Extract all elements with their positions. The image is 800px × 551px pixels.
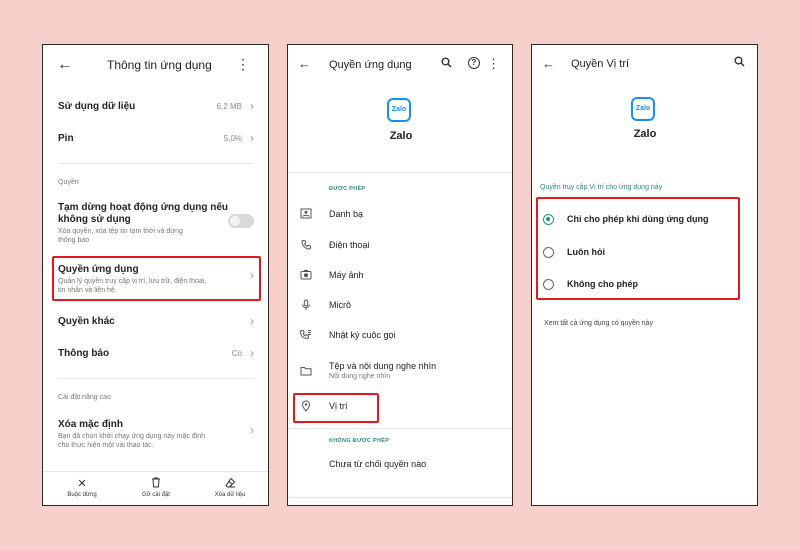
page-title: Quyền ứng dụng xyxy=(329,59,412,71)
notifications-value: Có xyxy=(231,349,242,358)
battery-label: Pin xyxy=(58,133,74,144)
permission-item-files-media[interactable]: Tệp và nội dung nghe nhìn Nội dung nghe … xyxy=(288,360,512,384)
location-access-section-header: Quyền truy cập Vị trí cho ứng dụng này xyxy=(540,184,663,191)
notifications-row[interactable]: Thông báo Có › xyxy=(58,346,254,364)
pause-app-description-line2: thông báo xyxy=(58,237,90,244)
pause-app-label-line1: Tạm dừng hoạt động ứng dụng nếu xyxy=(58,202,229,213)
clear-default-label: Xóa mặc định xyxy=(58,419,124,430)
permission-item-microphone[interactable]: Micrô xyxy=(288,299,512,319)
microphone-icon xyxy=(299,299,313,314)
data-usage-label: Sử dụng dữ liệu xyxy=(58,101,136,112)
app-bar: ← Quyền ứng dụng ? ⋮ xyxy=(288,45,512,85)
pause-app-description: Xóa quyền, xóa tệp tin tạm thời và dừng … xyxy=(58,227,183,245)
other-permissions-label: Quyền khác xyxy=(58,316,115,327)
permission-item-phone[interactable]: Điện thoại xyxy=(288,239,512,259)
more-options-icon[interactable]: ⋮ xyxy=(236,56,250,73)
highlight-box xyxy=(536,197,740,300)
battery-row[interactable]: Pin 5,0% › xyxy=(58,131,254,149)
permission-item-camera[interactable]: Máy ảnh xyxy=(288,269,512,289)
denied-empty-item: Chưa từ chối quyền nào xyxy=(288,458,512,478)
divider xyxy=(288,497,512,498)
chevron-right-icon: › xyxy=(250,131,254,145)
pause-app-row[interactable]: Tạm dừng hoạt động ứng dụng nếu không sử… xyxy=(58,202,254,246)
search-icon[interactable] xyxy=(441,57,452,71)
phone-icon xyxy=(299,239,313,253)
trash-icon xyxy=(121,477,191,489)
battery-value: 5,0% xyxy=(223,134,242,143)
page-title: Quyền Vị trí xyxy=(571,58,630,70)
force-stop-button[interactable]: ✕ Buộc dừng xyxy=(47,477,117,498)
uninstall-button[interactable]: Gỡ cài đặt xyxy=(121,477,191,498)
zalo-logo-text: Zalo xyxy=(635,105,651,112)
chevron-right-icon: › xyxy=(250,346,254,360)
divider xyxy=(288,428,512,429)
back-arrow-icon[interactable]: ← xyxy=(298,56,311,71)
permission-label: Máy ảnh xyxy=(329,270,364,280)
folder-icon xyxy=(299,366,313,379)
chevron-right-icon: › xyxy=(250,314,254,328)
pause-app-label: Tạm dừng hoạt động ứng dụng nếu không sử… xyxy=(58,202,228,226)
app-info-screen: ← Thông tin ứng dụng ⋮ Sử dụng dữ liệu 6… xyxy=(42,44,269,506)
chevron-right-icon: › xyxy=(250,99,254,113)
app-bar: ← Thông tin ứng dụng ⋮ xyxy=(43,45,268,87)
permission-item-call-log[interactable]: Nhật ký cuộc gọi xyxy=(288,329,512,349)
app-bar: ← Quyền Vị trí xyxy=(532,45,757,83)
contacts-icon xyxy=(299,208,313,222)
clear-default-row[interactable]: Xóa mặc định Bạn đã chọn khởi chạy ứng d… xyxy=(58,419,254,451)
see-all-apps-link[interactable]: Xem tất cả ứng dụng có quyền này xyxy=(544,320,653,327)
advanced-section-header: Cài đặt nâng cao xyxy=(58,394,111,401)
other-permissions-row[interactable]: Quyền khác › xyxy=(58,314,254,332)
search-icon[interactable] xyxy=(734,56,745,70)
denied-empty-label: Chưa từ chối quyền nào xyxy=(329,459,427,469)
divider xyxy=(58,378,254,379)
clear-default-description: Bạn đã chọn khởi chạy ứng dụng này mặc đ… xyxy=(58,432,205,450)
clear-default-description-line2: cho thực hiện một vài thao tác. xyxy=(58,442,154,449)
close-icon: ✕ xyxy=(77,478,87,490)
permission-label: Tệp và nội dung nghe nhìn xyxy=(329,361,437,371)
page-title: Thông tin ứng dụng xyxy=(107,58,212,72)
divider xyxy=(288,172,512,173)
highlight-box xyxy=(52,256,261,301)
pause-app-label-line2: không sử dụng xyxy=(58,214,131,225)
pause-app-description-line1: Xóa quyền, xóa tệp tin tạm thời và dừng xyxy=(58,228,183,235)
clear-data-button[interactable]: Xóa dữ liệu xyxy=(195,477,265,498)
help-icon[interactable]: ? xyxy=(468,57,480,69)
bottom-action-bar: ✕ Buộc dừng Gỡ cài đặt Xóa dữ liệu xyxy=(43,471,268,505)
clear-default-description-line1: Bạn đã chọn khởi chạy ứng dụng này mặc đ… xyxy=(58,433,206,440)
back-arrow-icon[interactable]: ← xyxy=(542,56,555,71)
pause-app-toggle[interactable] xyxy=(228,214,254,228)
permission-label: Nhật ký cuộc gọi xyxy=(329,330,396,340)
call-log-icon xyxy=(299,329,313,343)
permissions-section-header: Quyền xyxy=(58,179,79,186)
permission-sublabel: Nội dung nghe nhìn xyxy=(329,373,391,380)
permission-label: Micrô xyxy=(329,300,351,310)
back-arrow-icon[interactable]: ← xyxy=(57,56,73,74)
zalo-logo-icon: Zalo xyxy=(387,98,411,122)
permission-label: Điện thoại xyxy=(329,240,370,250)
force-stop-label: Buộc dừng xyxy=(67,492,97,498)
eraser-icon xyxy=(195,477,265,489)
more-options-icon[interactable]: ⋮ xyxy=(487,56,500,72)
allowed-section-header: ĐƯỢC PHÉP xyxy=(329,186,366,192)
zalo-logo-icon: Zalo xyxy=(631,97,655,121)
permission-item-contacts[interactable]: Danh bạ xyxy=(288,208,512,228)
app-permissions-screen: ← Quyền ứng dụng ? ⋮ Zalo Zalo ĐƯỢC PHÉP… xyxy=(287,44,513,506)
uninstall-label: Gỡ cài đặt xyxy=(142,492,170,498)
data-usage-row[interactable]: Sử dụng dữ liệu 6,2 MB › xyxy=(58,99,254,117)
denied-section-header: KHÔNG ĐƯỢC PHÉP xyxy=(329,438,390,444)
notifications-label: Thông báo xyxy=(58,348,110,359)
location-permission-screen: ← Quyền Vị trí Zalo Zalo Quyền truy cập … xyxy=(531,44,758,506)
permission-label: Danh bạ xyxy=(329,209,364,219)
clear-data-label: Xóa dữ liệu xyxy=(214,492,246,498)
divider xyxy=(58,163,254,164)
highlight-box xyxy=(293,393,379,423)
app-name: Zalo xyxy=(389,130,413,142)
chevron-right-icon: › xyxy=(250,423,254,437)
data-usage-value: 6,2 MB xyxy=(216,102,242,111)
zalo-logo-text: Zalo xyxy=(391,106,407,113)
app-name: Zalo xyxy=(633,128,657,140)
camera-icon xyxy=(299,269,313,283)
